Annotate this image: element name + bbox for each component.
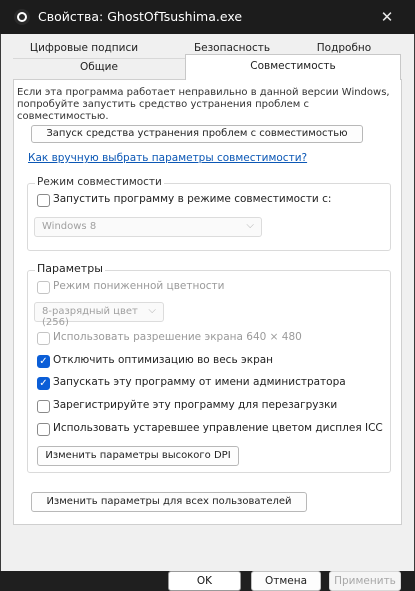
- run-troubleshooter-button[interactable]: Запуск средства устранения проблем с сов…: [31, 125, 363, 143]
- compat-mode-checkbox[interactable]: [37, 194, 50, 207]
- app-icon: [14, 9, 30, 25]
- res-640-checkbox: [37, 332, 50, 345]
- compat-mode-checkbox-label: Запустить программу в режиме совместимос…: [53, 193, 331, 205]
- close-button[interactable]: ✕: [372, 6, 402, 28]
- color-depth-value: 8-разрядный цвет (256): [42, 306, 163, 328]
- reduced-color-checkbox: [37, 281, 50, 294]
- apply-button: Применить: [329, 571, 401, 591]
- tab-digital-signatures[interactable]: Цифровые подписи: [29, 42, 139, 58]
- run-as-admin-label: Запускать эту программу от имени админис…: [53, 376, 346, 388]
- ok-button[interactable]: OK: [168, 571, 241, 591]
- res-640-label: Использовать разрешение экрана 640 × 480: [53, 331, 302, 343]
- tab-general[interactable]: Общие: [13, 58, 185, 76]
- register-restart-label: Зарегистрируйте эту программу для переза…: [53, 399, 337, 411]
- all-users-settings-button[interactable]: Изменить параметры для всех пользователе…: [31, 492, 307, 512]
- intro-text: Если эта программа работает неправильно …: [17, 87, 397, 123]
- chevron-down-icon: ⌵: [148, 305, 156, 316]
- high-dpi-settings-button[interactable]: Изменить параметры высокого DPI: [37, 446, 239, 466]
- os-version-select[interactable]: Windows 8 ⌵: [34, 217, 262, 237]
- properties-dialog: Цифровые подписи Безопасность Подробно О…: [0, 34, 415, 571]
- tab-compatibility[interactable]: Совместимость: [185, 54, 401, 80]
- color-depth-select: 8-разрядный цвет (256) ⌵: [34, 302, 164, 322]
- params-group: [27, 270, 391, 473]
- legacy-icc-label: Использовать устаревшее управление цвето…: [53, 422, 383, 434]
- window-title: Свойства: GhostOfTsushima.exe: [38, 9, 242, 24]
- chevron-down-icon: ⌵: [246, 220, 254, 231]
- title-bar: Свойства: GhostOfTsushima.exe ✕: [0, 0, 415, 34]
- run-as-admin-checkbox[interactable]: ✓: [37, 377, 50, 390]
- reduced-color-label: Режим пониженной цветности: [53, 280, 224, 292]
- cancel-button[interactable]: Отмена: [251, 571, 321, 591]
- compat-mode-label: Режим совместимости: [35, 176, 164, 188]
- manual-settings-link[interactable]: Как вручную выбрать параметры совместимо…: [28, 152, 307, 164]
- legacy-icc-checkbox[interactable]: [37, 423, 50, 436]
- register-restart-checkbox[interactable]: [37, 400, 50, 413]
- params-label: Параметры: [35, 262, 105, 275]
- os-version-value: Windows 8: [42, 221, 96, 232]
- disable-fullscreen-opt-checkbox[interactable]: ✓: [37, 355, 50, 368]
- disable-fullscreen-opt-label: Отключить оптимизацию во весь экран: [53, 354, 273, 366]
